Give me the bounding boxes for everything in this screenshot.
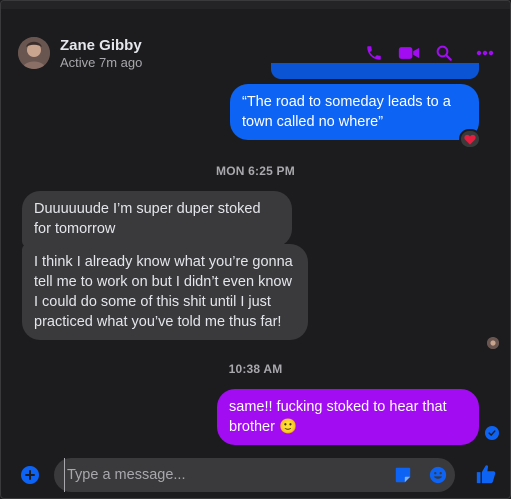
message-input-container[interactable] bbox=[54, 458, 455, 492]
video-camera-icon[interactable] bbox=[397, 41, 421, 65]
heart-icon bbox=[464, 134, 476, 144]
phone-icon[interactable] bbox=[362, 41, 386, 65]
search-icon[interactable] bbox=[432, 41, 456, 65]
emoji-icon[interactable] bbox=[429, 466, 447, 484]
message-text: Duuuuuude I’m super duper stoked for tom… bbox=[34, 201, 261, 237]
message-text: I think I already know what you’re gonna… bbox=[34, 254, 293, 330]
message-text: “The road to someday leads to a town cal… bbox=[242, 94, 451, 130]
more-icon[interactable] bbox=[473, 41, 497, 65]
thumbs-up-icon[interactable] bbox=[475, 463, 497, 485]
seen-avatar bbox=[487, 337, 499, 349]
active-status: Active 7m ago bbox=[60, 55, 143, 70]
message-bubble-incoming[interactable]: Duuuuuude I’m super duper stoked for tom… bbox=[22, 191, 292, 247]
plus-icon[interactable] bbox=[21, 466, 39, 484]
message-bubble-incoming[interactable]: I think I already know what you’re gonna… bbox=[22, 244, 308, 340]
message-bubble-outgoing[interactable]: “The road to someday leads to a town cal… bbox=[230, 84, 479, 140]
chat-header: Zane Gibby Active 7m ago bbox=[1, 9, 510, 71]
sticker-icon[interactable] bbox=[394, 466, 412, 484]
avatar[interactable] bbox=[18, 37, 50, 69]
timestamp: MON 6:25 PM bbox=[216, 164, 295, 178]
message-composer bbox=[1, 453, 510, 498]
delivered-check-icon bbox=[485, 426, 499, 440]
contact-name[interactable]: Zane Gibby bbox=[60, 37, 142, 54]
message-text: same!! fucking stoked to hear that broth… bbox=[229, 399, 447, 435]
message-input[interactable] bbox=[64, 458, 374, 492]
message-bubble-outgoing[interactable]: same!! fucking stoked to hear that broth… bbox=[217, 389, 479, 445]
chat-window: Zane Gibby Active 7m ago “The road to so… bbox=[0, 0, 511, 499]
timestamp: 10:38 AM bbox=[228, 362, 283, 376]
heart-reaction[interactable] bbox=[459, 129, 481, 149]
previous-message-edge bbox=[271, 63, 479, 79]
window-top-bar bbox=[1, 1, 510, 9]
